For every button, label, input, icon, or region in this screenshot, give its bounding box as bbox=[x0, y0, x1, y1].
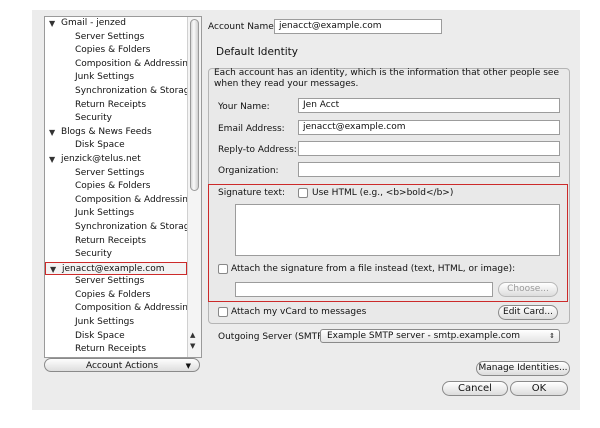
reply-to-address-field[interactable] bbox=[298, 141, 560, 156]
account-name-field[interactable]: jenacct@example.com bbox=[274, 19, 442, 34]
tree-item-label: Synchronization & Storage bbox=[75, 85, 196, 96]
tree-scrollbar[interactable]: ▲ ▼ bbox=[187, 17, 201, 357]
tree-account-item[interactable]: ▼ Gmail - jenzed bbox=[45, 17, 187, 31]
tree-settings-item[interactable]: Composition & Addressing bbox=[45, 58, 194, 72]
tree-settings-item[interactable]: Disk Space bbox=[45, 139, 187, 153]
tree-item-label: Disk Space bbox=[75, 140, 125, 151]
tree-item-label: Disk Space bbox=[75, 330, 125, 341]
tree-settings-item[interactable]: Copies & Folders bbox=[45, 289, 187, 303]
email-address-label: Email Address: bbox=[218, 124, 285, 134]
tree-settings-item[interactable]: Composition & Addressing bbox=[45, 302, 194, 316]
disclosure-triangle-down-icon[interactable]: ▼ bbox=[49, 17, 55, 31]
tree-settings-item[interactable]: Copies & Folders bbox=[45, 44, 187, 58]
tree-settings-item[interactable]: Return Receipts bbox=[45, 343, 187, 357]
tree-account-item[interactable]: ▼ jenacct@example.com bbox=[45, 261, 187, 277]
tree-item-label: Blogs & News Feeds bbox=[61, 126, 152, 137]
account-tree: ▼ Gmail - jenzed Server Settings Copies & F… bbox=[44, 16, 202, 358]
tree-item-label: Composition & Addressing bbox=[75, 303, 194, 314]
tree-settings-item[interactable]: Junk Settings bbox=[45, 207, 187, 221]
tree-item-label: Return Receipts bbox=[75, 344, 147, 355]
cancel-button[interactable]: Cancel bbox=[442, 381, 508, 396]
tree-item-label: Junk Settings bbox=[75, 208, 135, 219]
tree-settings-item[interactable]: Server Settings bbox=[45, 167, 187, 181]
outgoing-server-label: Outgoing Server (SMTP): bbox=[218, 332, 330, 342]
tree-item-label: Server Settings bbox=[75, 31, 145, 42]
tree-item-label: Copies & Folders bbox=[75, 289, 151, 300]
tree-item-label: Junk Settings bbox=[75, 72, 135, 83]
account-name-label: Account Name: bbox=[208, 22, 277, 32]
tree-settings-item[interactable]: Copies & Folders bbox=[45, 180, 187, 194]
tree-item-label: Security bbox=[75, 249, 112, 260]
tree-item-label: Server Settings bbox=[75, 276, 145, 287]
scroll-up-arrow-icon[interactable]: ▲ bbox=[190, 331, 195, 339]
account-tree-list: ▼ Gmail - jenzed Server Settings Copies & F… bbox=[45, 17, 195, 357]
tree-item-label: Composition & Addressing bbox=[75, 194, 194, 205]
tree-item-label: Copies & Folders bbox=[75, 45, 151, 56]
outgoing-server-select[interactable]: Example SMTP server - smtp.example.com ⇕ bbox=[320, 329, 560, 343]
tree-item-label: Composition & Addressing bbox=[75, 58, 194, 69]
tree-item-label: Synchronization & Storage bbox=[75, 221, 196, 232]
chevron-down-icon: ▼ bbox=[185, 362, 191, 370]
manage-identities-button[interactable]: Manage Identities... bbox=[476, 361, 570, 376]
tree-settings-item[interactable]: Server Settings bbox=[45, 275, 187, 289]
tree-settings-item[interactable]: Composition & Addressing bbox=[45, 194, 194, 208]
disclosure-triangle-down-icon[interactable]: ▼ bbox=[50, 263, 56, 277]
identity-description: Each account has an identity, which is t… bbox=[214, 68, 560, 89]
tree-settings-item[interactable]: Disk Space bbox=[45, 330, 187, 344]
select-arrows-icon: ⇕ bbox=[549, 332, 555, 340]
tree-settings-item[interactable]: Synchronization & Storage bbox=[45, 221, 195, 235]
tree-settings-item[interactable]: Junk Settings bbox=[45, 316, 187, 330]
disclosure-triangle-down-icon[interactable]: ▼ bbox=[49, 153, 55, 167]
signature-section-highlight bbox=[208, 184, 568, 302]
tree-item-label: Junk Settings bbox=[75, 317, 135, 328]
attach-vcard-label: Attach my vCard to messages bbox=[231, 307, 367, 317]
ok-button[interactable]: OK bbox=[510, 381, 568, 396]
edit-card-button[interactable]: Edit Card... bbox=[498, 305, 558, 320]
scroll-down-arrow-icon[interactable]: ▼ bbox=[190, 342, 195, 350]
outgoing-server-value: Example SMTP server - smtp.example.com bbox=[327, 331, 521, 341]
tree-scrollbar-thumb[interactable] bbox=[190, 19, 199, 191]
tree-item-label: Server Settings bbox=[75, 167, 145, 178]
organization-label: Organization: bbox=[218, 166, 279, 176]
tree-item-label: Return Receipts bbox=[75, 235, 147, 246]
account-actions-button[interactable]: Account Actions ▼ bbox=[44, 358, 200, 372]
tree-item-label: Security bbox=[75, 113, 112, 124]
tree-settings-item[interactable]: Security bbox=[45, 112, 187, 126]
reply-to-address-label: Reply-to Address: bbox=[218, 145, 297, 155]
tree-account-item[interactable]: ▼ Blogs & News Feeds bbox=[45, 126, 187, 140]
tree-item-label: Copies & Folders bbox=[75, 181, 151, 192]
email-address-field[interactable]: jenacct@example.com bbox=[298, 120, 560, 135]
tree-item-label: Gmail - jenzed bbox=[61, 18, 126, 28]
tree-account-item[interactable]: ▼ jenzick@telus.net bbox=[45, 153, 187, 167]
tree-item-label: jenacct@example.com bbox=[62, 263, 165, 274]
attach-vcard-checkbox[interactable] bbox=[218, 307, 228, 317]
tree-item-label: jenzick@telus.net bbox=[61, 153, 141, 164]
disclosure-triangle-down-icon[interactable]: ▼ bbox=[49, 126, 55, 140]
tree-settings-item[interactable]: Return Receipts bbox=[45, 99, 187, 113]
tree-settings-item[interactable]: Security bbox=[45, 248, 187, 262]
tree-settings-item[interactable]: Synchronization & Storage bbox=[45, 85, 195, 99]
tree-settings-item[interactable]: Return Receipts bbox=[45, 235, 187, 249]
your-name-field[interactable]: Jen Acct bbox=[298, 98, 560, 113]
tree-settings-item[interactable]: Junk Settings bbox=[45, 71, 187, 85]
account-actions-label: Account Actions bbox=[85, 361, 159, 371]
tree-settings-item[interactable]: Server Settings bbox=[45, 31, 187, 45]
tree-item-label: Return Receipts bbox=[75, 99, 147, 110]
default-identity-title: Default Identity bbox=[216, 46, 298, 58]
organization-field[interactable] bbox=[298, 162, 560, 177]
your-name-label: Your Name: bbox=[218, 102, 270, 112]
